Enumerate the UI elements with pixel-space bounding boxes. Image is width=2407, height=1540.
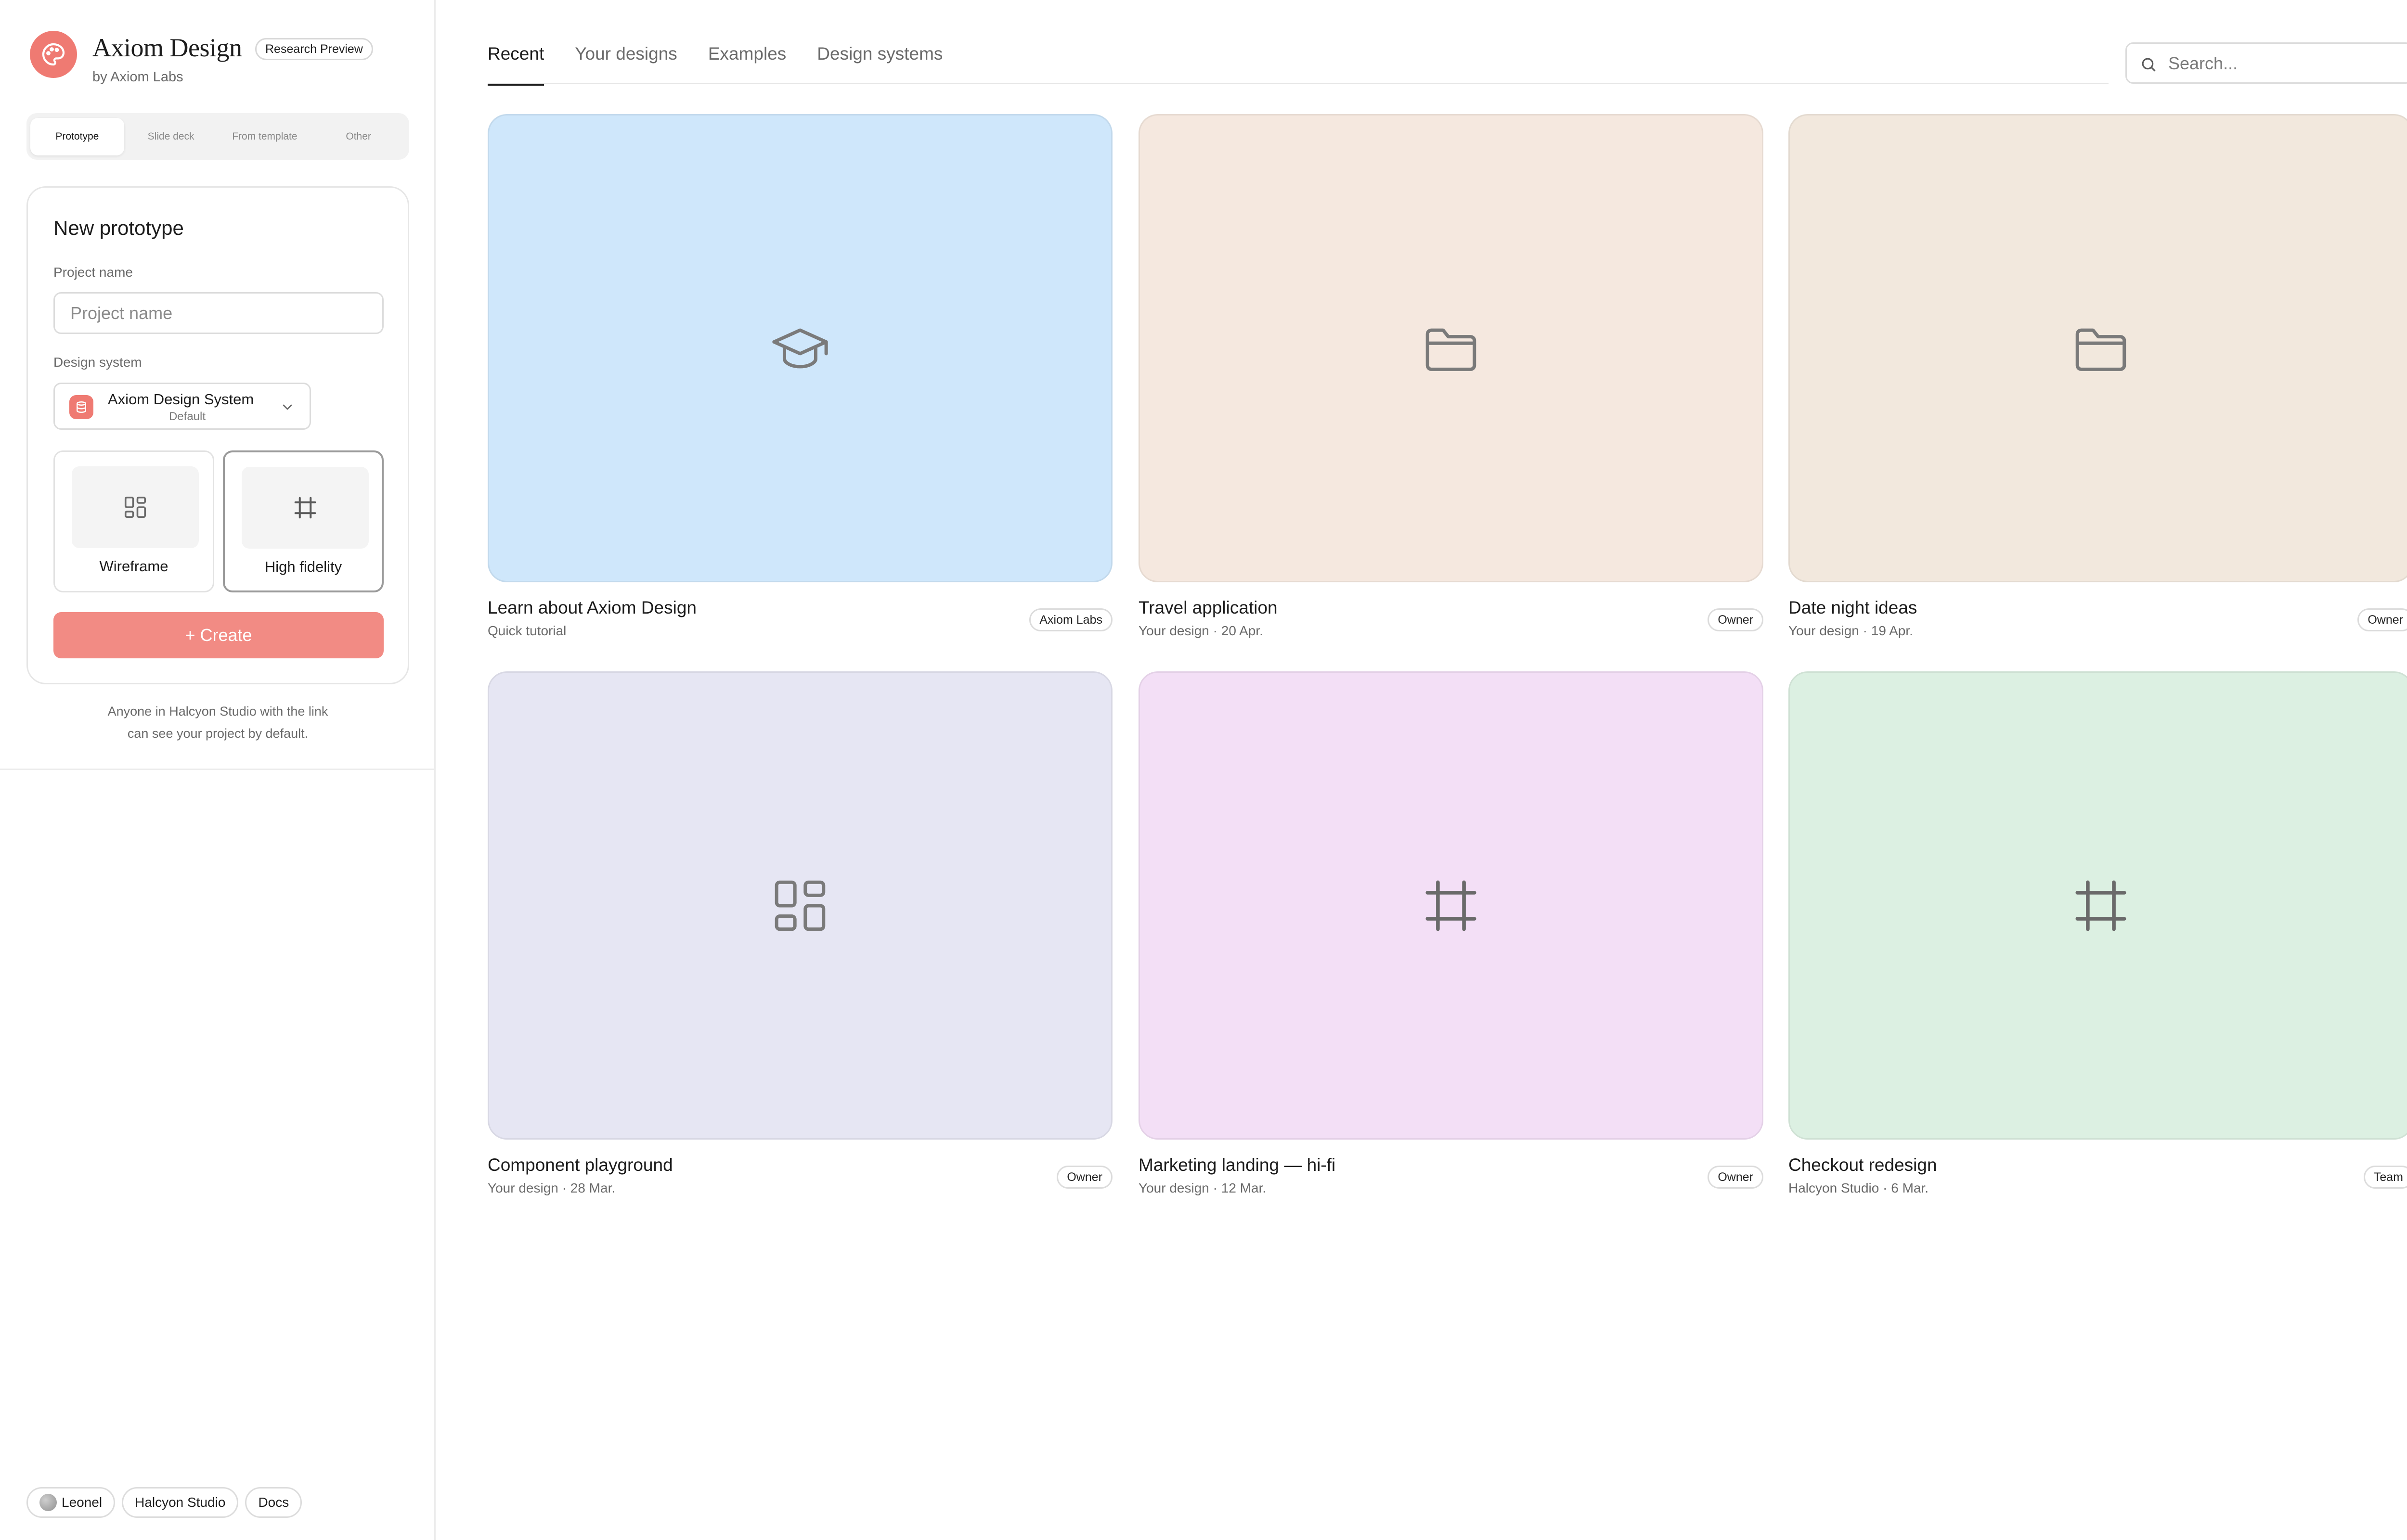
mode-wireframe-label: Wireframe	[99, 558, 168, 575]
mode-high-fidelity[interactable]: High fidelity	[223, 450, 384, 592]
sidebar-footer: Leonel Halcyon Studio Docs	[26, 1487, 302, 1518]
design-thumbnail[interactable]	[488, 671, 1113, 1140]
segment-from-template[interactable]: From template	[218, 118, 312, 155]
create-button[interactable]: + Create	[53, 612, 384, 658]
design-title[interactable]: Learn about Axiom Design	[488, 598, 697, 618]
user-name: Leonel	[62, 1495, 103, 1510]
design-thumbnail[interactable]	[1139, 671, 1763, 1140]
mode-wireframe-thumb	[72, 466, 199, 548]
design-badge: Owner	[1057, 1166, 1113, 1189]
brand-subtitle: by Axiom Labs	[92, 69, 183, 85]
design-subtitle: Your design · 12 Mar.	[1139, 1181, 1267, 1195]
sharing-note: Anyone in Halcyon Studio with the link c…	[26, 700, 409, 744]
frame-hash-icon	[1425, 880, 1476, 931]
mode-high-fidelity-thumb	[242, 467, 369, 549]
graduation-cap-icon	[772, 328, 828, 368]
design-subtitle: Your design · 19 Apr.	[1788, 623, 1913, 638]
project-name-label: Project name	[53, 265, 133, 280]
folder-icon	[2075, 328, 2126, 371]
design-subtitle: Your design · 28 Mar.	[488, 1181, 616, 1195]
design-thumbnail[interactable]	[1788, 114, 2407, 582]
design-title[interactable]: Component playground	[488, 1155, 673, 1175]
chevron-down-icon	[280, 399, 295, 417]
sharing-note-line-1: Anyone in Halcyon Studio with the link	[107, 704, 328, 719]
design-badge: Owner	[1708, 1166, 1763, 1189]
design-subtitle: Quick tutorial	[488, 623, 567, 638]
design-badge: Owner	[2357, 608, 2407, 631]
palette-icon[interactable]	[30, 31, 77, 78]
new-prototype-card: New prototype Project name Design system…	[26, 186, 409, 684]
design-thumbnail[interactable]	[1139, 114, 1763, 582]
design-system-name: Axiom Design System	[108, 391, 254, 408]
design-subtitle: Halcyon Studio · 6 Mar.	[1788, 1181, 1929, 1195]
search-input[interactable]	[2168, 51, 2399, 77]
tab-design-systems[interactable]: Design systems	[817, 38, 943, 84]
segment-slide-deck[interactable]: Slide deck	[124, 118, 218, 155]
search-box[interactable]	[2125, 42, 2407, 84]
design-title[interactable]: Date night ideas	[1788, 598, 1917, 618]
design-badge: Owner	[1708, 608, 1763, 631]
design-thumbnail[interactable]	[488, 114, 1113, 582]
search-icon	[2142, 58, 2156, 72]
segment-other[interactable]: Other	[311, 118, 405, 155]
tab-your-designs[interactable]: Your designs	[575, 38, 677, 84]
design-badge: Team	[2363, 1166, 2407, 1189]
card-title: New prototype	[53, 217, 184, 239]
layout-grid-icon	[775, 880, 826, 931]
user-pill[interactable]: Leonel	[26, 1487, 116, 1518]
design-title[interactable]: Checkout redesign	[1788, 1155, 1937, 1175]
avatar	[39, 1494, 57, 1511]
project-type-switcher: Prototype Slide deck From template Other	[26, 113, 409, 160]
layout-grid-icon	[124, 496, 146, 518]
frame-hash-icon	[294, 497, 316, 519]
frame-hash-icon	[2075, 880, 2126, 931]
sharing-note-line-2: can see your project by default.	[127, 726, 309, 741]
design-badge: Axiom Labs	[1029, 608, 1113, 631]
project-name-input[interactable]	[53, 292, 384, 334]
folder-icon	[1425, 328, 1476, 371]
design-system-select[interactable]: Axiom Design System Default	[53, 383, 311, 430]
docs-link[interactable]: Docs	[245, 1487, 302, 1518]
database-icon	[69, 395, 93, 419]
sidebar: Axiom Design Research Preview by Axiom L…	[0, 0, 436, 1540]
design-subtitle: Your design · 20 Apr.	[1139, 623, 1263, 638]
design-system-default: Default	[168, 410, 206, 423]
sidebar-top-panel: Axiom Design Research Preview by Axiom L…	[0, 0, 436, 770]
brand-name: Axiom Design	[92, 33, 242, 62]
tab-examples[interactable]: Examples	[708, 38, 786, 84]
segment-prototype[interactable]: Prototype	[30, 117, 124, 155]
design-title[interactable]: Marketing landing — hi-fi	[1139, 1155, 1335, 1175]
mode-high-fidelity-label: High fidelity	[264, 558, 342, 575]
mode-wireframe[interactable]: Wireframe	[53, 450, 214, 592]
tab-recent[interactable]: Recent	[488, 38, 544, 86]
design-system-label: Design system	[53, 355, 142, 370]
research-preview-badge: Research Preview	[255, 38, 373, 60]
main-tabs: Recent Your designs Examples Design syst…	[488, 38, 2109, 86]
workspace-pill[interactable]: Halcyon Studio	[122, 1487, 239, 1518]
design-thumbnail[interactable]	[1788, 671, 2407, 1140]
brand-header: Axiom Design Research Preview by Axiom L…	[30, 30, 415, 85]
design-title[interactable]: Travel application	[1139, 598, 1278, 618]
